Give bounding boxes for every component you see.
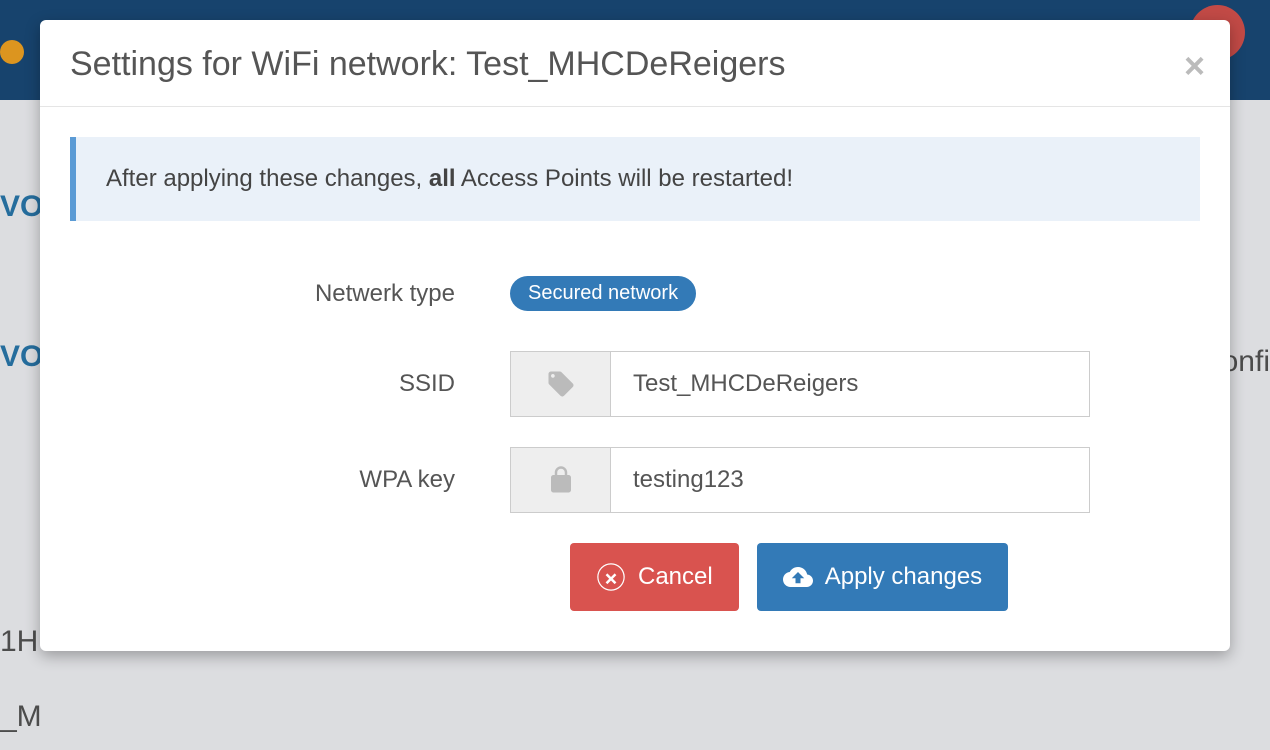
network-type-row: Netwerk type Secured network (70, 276, 1200, 311)
ssid-row: SSID (70, 351, 1200, 417)
modal-header: Settings for WiFi network: Test_MHCDeRei… (40, 20, 1230, 107)
apply-button[interactable]: Apply changes (757, 543, 1008, 611)
wpa-label: WPA key (70, 466, 510, 494)
modal-title: Settings for WiFi network: Test_MHCDeRei… (70, 45, 1200, 84)
cancel-icon (596, 562, 626, 592)
wpa-input[interactable] (610, 447, 1090, 513)
cloud-upload-icon (783, 562, 813, 592)
lock-icon (510, 447, 610, 513)
wifi-settings-modal: Settings for WiFi network: Test_MHCDeRei… (40, 20, 1230, 651)
ssid-label: SSID (70, 370, 510, 398)
restart-warning-alert: After applying these changes, all Access… (70, 137, 1200, 221)
ssid-input-group (510, 351, 1090, 417)
alert-text-pre: After applying these changes, (106, 165, 429, 192)
apply-label: Apply changes (825, 563, 982, 591)
close-icon[interactable]: × (1184, 48, 1205, 84)
button-row: Cancel Apply changes (570, 543, 1200, 611)
alert-text-post: Access Points will be restarted! (456, 165, 793, 192)
network-type-label: Netwerk type (70, 280, 510, 308)
ssid-input[interactable] (610, 351, 1090, 417)
modal-body: After applying these changes, all Access… (40, 107, 1230, 611)
alert-text-bold: all (429, 165, 456, 192)
cancel-button[interactable]: Cancel (570, 543, 739, 611)
tag-icon (510, 351, 610, 417)
wpa-input-group (510, 447, 1090, 513)
cancel-label: Cancel (638, 563, 713, 591)
wpa-row: WPA key (70, 447, 1200, 513)
network-type-badge: Secured network (510, 276, 696, 311)
